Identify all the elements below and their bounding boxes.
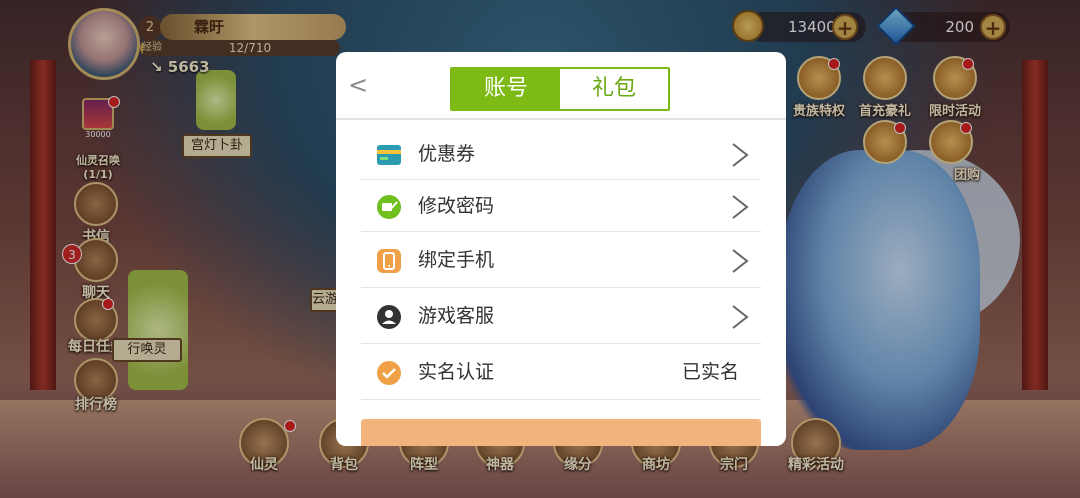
change-password-row[interactable]: 修改密码 (361, 180, 761, 232)
chevron-right-icon (732, 195, 749, 219)
account-tabs: 账号 礼包 (450, 67, 670, 111)
tab-account[interactable]: 账号 (452, 69, 560, 109)
chevron-right-icon (732, 249, 749, 273)
bind-phone-row[interactable]: 绑定手机 (361, 232, 761, 288)
chevron-right-icon (732, 143, 749, 167)
customer-service-label: 游戏客服 (418, 305, 495, 327)
realname-row: 实名认证 已实名 (361, 344, 761, 400)
modal-action-bar[interactable] (361, 419, 761, 446)
phone-icon (377, 249, 401, 273)
change-password-label: 修改密码 (418, 195, 495, 217)
bind-phone-label: 绑定手机 (418, 249, 495, 271)
coupon-row[interactable]: 优惠券 (361, 128, 761, 180)
realname-status: 已实名 (681, 361, 739, 383)
coupon-label: 优惠券 (418, 143, 476, 165)
edit-password-icon (377, 195, 401, 219)
chevron-right-icon (732, 305, 749, 329)
check-circle-icon (377, 361, 401, 385)
realname-label: 实名认证 (418, 361, 495, 383)
back-button[interactable]: < (344, 70, 372, 100)
header-divider (336, 118, 786, 120)
tab-gift[interactable]: 礼包 (560, 69, 668, 109)
customer-service-row[interactable]: 游戏客服 (361, 288, 761, 344)
customer-service-icon (377, 305, 401, 329)
account-dialog: < 账号 礼包 优惠券 修改密码 绑定手机 游戏客服 实名认证 已实名 (336, 52, 786, 446)
coupon-icon (377, 145, 401, 165)
